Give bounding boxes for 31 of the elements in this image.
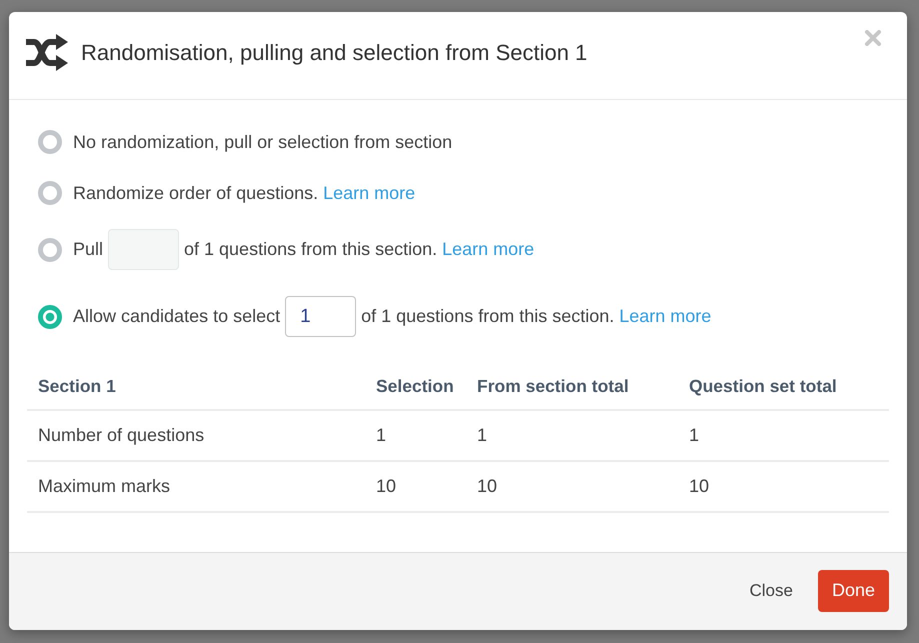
- learn-more-link[interactable]: Learn more: [442, 239, 534, 260]
- done-button[interactable]: Done: [818, 570, 889, 612]
- column-header: Section 1: [27, 363, 365, 410]
- close-icon[interactable]: [865, 30, 881, 46]
- shuffle-icon: [26, 34, 68, 71]
- option-label: Allow candidates to select: [73, 306, 280, 327]
- close-button[interactable]: Close: [738, 570, 805, 612]
- learn-more-link[interactable]: Learn more: [323, 182, 416, 204]
- table-cell: 1: [365, 410, 466, 461]
- number-input-field[interactable]: 1: [285, 296, 356, 337]
- table-cell: 10: [678, 461, 889, 512]
- option-label: of 1 questions from this section.: [184, 239, 438, 260]
- option-label: No randomization, pull or selection from section: [73, 132, 452, 152]
- radio-button[interactable]: [38, 130, 62, 154]
- table-cell: Number of questions: [27, 410, 365, 461]
- option-label: of 1 questions from this section.: [361, 306, 614, 327]
- radio-button[interactable]: [38, 304, 62, 328]
- table-cell: 1: [466, 410, 678, 461]
- radio-button[interactable]: [38, 181, 62, 205]
- learn-more-link[interactable]: Learn more: [619, 306, 712, 327]
- table-cell: 10: [365, 461, 466, 512]
- option-label: Randomize order of questions.: [73, 182, 318, 204]
- table-cell: 1: [678, 410, 889, 461]
- table-cell: Maximum marks: [27, 461, 365, 512]
- table-cell: 10: [466, 461, 678, 512]
- radio-button[interactable]: [38, 238, 62, 262]
- column-header: Selection: [365, 363, 466, 410]
- column-header: Question set total: [678, 363, 889, 410]
- column-header: From section total: [466, 363, 678, 410]
- dialog-title: Randomisation, pulling and selection from Section 1: [81, 38, 588, 66]
- option-label: Pull: [73, 239, 104, 260]
